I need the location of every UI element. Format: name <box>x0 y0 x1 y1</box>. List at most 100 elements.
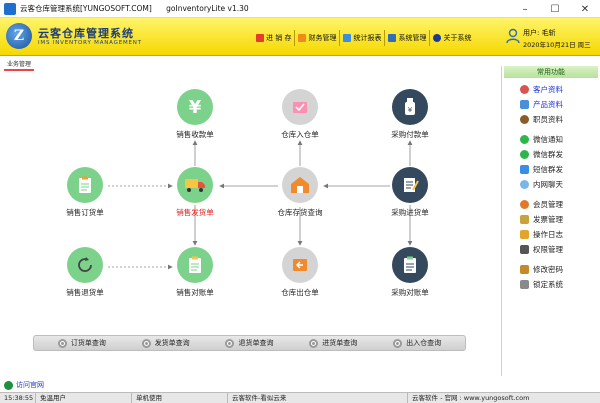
sidebar-item-intranet-chat[interactable]: 内网聊天 <box>502 177 600 192</box>
sidebar-item-wechat-broadcast[interactable]: 微信群发 <box>502 147 600 162</box>
about-icon <box>433 34 442 42</box>
window-title-text: 云客仓库管理系统[YUNGOSOFT.COM] <box>20 4 152 13</box>
payment-bottle-icon: ¥ <box>392 89 428 125</box>
sidebar-item-label: 微信群发 <box>533 150 563 159</box>
sidebar-item-label: 短信群发 <box>533 165 563 174</box>
sidebar-item-wechat-notify[interactable]: 微信通知 <box>502 132 600 147</box>
query-purchases-button[interactable]: 进货单查询 <box>309 338 357 348</box>
window-controls: – ☐ ✕ <box>510 0 600 18</box>
log-icon <box>520 230 529 239</box>
globe-icon <box>4 380 13 390</box>
node-inbound-label: 仓库入仓单 <box>281 130 319 139</box>
menu-finance[interactable]: 财务管理 <box>294 30 339 46</box>
inbound-icon <box>282 89 318 125</box>
brand-logo: Z <box>6 23 32 49</box>
menu-reports-label: 统计报表 <box>353 34 382 42</box>
menu-about[interactable]: 关于系统 <box>429 30 474 46</box>
visit-website-link[interactable]: 访问官网 <box>4 380 44 390</box>
customers-icon <box>520 85 529 94</box>
node-sales-reconcile-label: 销售对账单 <box>176 288 214 297</box>
node-sales-receipt[interactable]: ¥ 销售收款单 <box>155 89 235 140</box>
app-icon <box>4 2 16 15</box>
user-icon <box>506 28 520 44</box>
quick-query-bar: 订货单查询 发货单查询 退货单查询 进货单查询 出入仓查询 <box>33 335 466 351</box>
sidebar-item-lock-system[interactable]: 锁定系统 <box>502 277 600 292</box>
chat-bubble-icon <box>520 180 529 189</box>
system-icon <box>388 34 397 42</box>
node-purchase-in[interactable]: 采购进货单 <box>370 167 450 218</box>
minimize-button[interactable]: – <box>510 0 540 18</box>
menu-inventory[interactable]: 进 销 存 <box>253 30 294 46</box>
node-sales-order-label: 销售订货单 <box>66 208 104 217</box>
brand-subtitle: IMS INVENTORY MANAGEMENT <box>38 40 142 46</box>
query-returns-label: 退货单查询 <box>238 339 274 347</box>
node-sales-order[interactable]: 销售订货单 <box>45 167 125 218</box>
sidebar-item-customers[interactable]: 客户资料 <box>502 82 600 97</box>
sidebar-item-change-password[interactable]: 修改密码 <box>502 262 600 277</box>
node-sales-delivery-label: 销售发货单 <box>176 208 214 217</box>
node-outbound-label: 仓库出仓单 <box>281 288 319 297</box>
query-orders-button[interactable]: 订货单查询 <box>57 338 106 348</box>
yen-icon: ¥ <box>177 89 213 125</box>
node-sales-reconcile[interactable]: 销售对账单 <box>155 247 235 298</box>
node-inbound[interactable]: 仓库入仓单 <box>260 89 340 140</box>
app-window: 云客仓库管理系统[YUNGOSOFT.COM] goInventoryLite … <box>0 0 600 403</box>
business-flow-panel: 业务管理 ¥ 销售收款单 仓库入仓单 ¥ 采购付款单 销售订货单 销售发货单 仓… <box>0 57 500 390</box>
inventory-icon <box>256 34 264 42</box>
menu-finance-label: 财务管理 <box>308 34 337 42</box>
sidebar-item-label: 产品资料 <box>533 100 563 109</box>
menu-system-label: 系统管理 <box>398 34 427 42</box>
sidebar-item-label: 客户资料 <box>533 85 563 94</box>
sidebar-item-sms-broadcast[interactable]: 短信群发 <box>502 162 600 177</box>
common-functions-sidebar: 常用功能 客户资料 产品资料 职员资料 微信通知 微信群发 短信群发 内网聊天 … <box>501 66 600 376</box>
purchase-reconcile-icon <box>392 247 428 283</box>
current-date: 2020年10月21日 周三 <box>523 41 591 49</box>
search-icon <box>309 338 319 348</box>
sidebar-item-label: 权限管理 <box>533 245 563 254</box>
node-stock-query[interactable]: 仓库存货查询 <box>260 167 340 218</box>
invoice-icon <box>520 215 529 224</box>
sidebar-item-label: 修改密码 <box>533 265 563 274</box>
order-clipboard-icon <box>67 167 103 203</box>
staff-icon <box>520 115 529 124</box>
sms-icon <box>520 165 529 174</box>
sidebar-item-invoices[interactable]: 发票管理 <box>502 212 600 227</box>
sidebar-item-members[interactable]: 会员管理 <box>502 197 600 212</box>
sidebar-item-products[interactable]: 产品资料 <box>502 97 600 112</box>
monitor-icon <box>520 245 529 254</box>
visit-website-label: 访问官网 <box>16 381 44 389</box>
sidebar-item-staff[interactable]: 职员资料 <box>502 112 600 127</box>
sidebar-item-label: 操作日志 <box>533 230 563 239</box>
status-time: 15:38:55 <box>0 392 36 403</box>
node-sales-return-label: 销售退货单 <box>66 288 104 297</box>
node-outbound[interactable]: 仓库出仓单 <box>260 247 340 298</box>
query-returns-button[interactable]: 退货单查询 <box>225 338 273 348</box>
sidebar-item-permissions[interactable]: 权限管理 <box>502 242 600 257</box>
menu-reports[interactable]: 统计报表 <box>339 30 384 46</box>
close-button[interactable]: ✕ <box>570 0 600 18</box>
maximize-button[interactable]: ☐ <box>540 0 570 18</box>
menu-system[interactable]: 系统管理 <box>384 30 429 46</box>
wechat-icon <box>520 135 529 144</box>
sidebar-item-logs[interactable]: 操作日志 <box>502 227 600 242</box>
title-bar: 云客仓库管理系统[YUNGOSOFT.COM] goInventoryLite … <box>0 0 600 18</box>
node-sales-return[interactable]: 销售退货单 <box>45 247 125 298</box>
members-icon <box>520 200 529 209</box>
query-inout-button[interactable]: 出入仓查询 <box>393 338 441 348</box>
search-icon <box>225 338 235 348</box>
query-deliveries-button[interactable]: 发货单查询 <box>141 338 190 348</box>
node-purchase-payment[interactable]: ¥ 采购付款单 <box>370 89 450 140</box>
sidebar-item-label: 锁定系统 <box>533 280 563 289</box>
node-sales-delivery[interactable]: 销售发货单 <box>155 167 235 218</box>
lock-icon <box>520 280 529 289</box>
node-purchase-reconcile-label: 采购对账单 <box>391 288 429 297</box>
sidebar-item-label: 会员管理 <box>533 200 563 209</box>
search-icon <box>393 338 403 348</box>
current-user: 用户: 毛斩 <box>523 29 556 37</box>
pencil-icon <box>520 265 529 274</box>
node-purchase-reconcile[interactable]: 采购对账单 <box>370 247 450 298</box>
sidebar-item-label: 职员资料 <box>533 115 563 124</box>
menu-inventory-label: 进 销 存 <box>266 34 292 42</box>
products-icon <box>520 100 529 109</box>
status-bar: 15:38:55 免温用户 单机使用 云客软件-看似云来 云客软件 - 官网 :… <box>0 392 600 403</box>
